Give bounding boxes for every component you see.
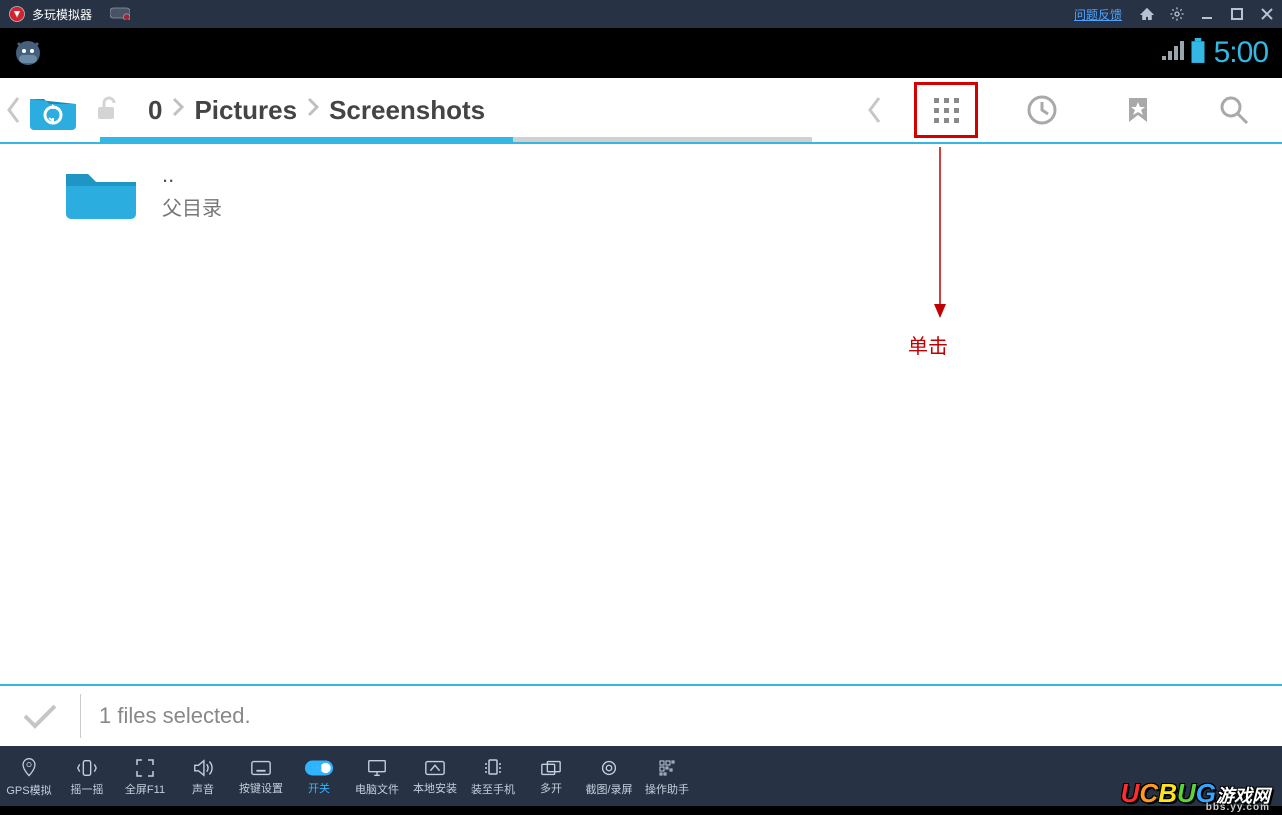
- maximize-button[interactable]: [1222, 0, 1252, 28]
- unlock-icon[interactable]: [94, 95, 122, 126]
- settings-button[interactable]: [1162, 0, 1192, 28]
- emulator-titlebar: 多玩模拟器 问题反馈: [0, 0, 1282, 28]
- label: 开关: [308, 780, 330, 796]
- shake-button[interactable]: 摇一摇: [58, 748, 116, 806]
- status-clock: 5:00: [1214, 36, 1268, 70]
- label: 多开: [540, 780, 562, 796]
- label: 截图/录屏: [585, 781, 632, 797]
- file-list: .. 父目录 单击: [0, 144, 1282, 684]
- file-subtitle: 父目录: [162, 192, 222, 221]
- breadcrumb-pictures[interactable]: Pictures: [194, 95, 297, 126]
- selection-bar: 1 files selected.: [0, 686, 1282, 746]
- toggle-button[interactable]: ON 开关: [290, 748, 348, 806]
- breadcrumb-screenshots[interactable]: Screenshots: [329, 95, 485, 126]
- app-logo-icon: [8, 5, 26, 23]
- label: 声音: [192, 781, 214, 797]
- gps-button[interactable]: GPS模拟: [0, 748, 58, 806]
- home-folder-button[interactable]: [26, 88, 80, 132]
- selection-text: 1 files selected.: [99, 703, 251, 729]
- label: 全屏F11: [125, 781, 165, 797]
- install-to-phone-button[interactable]: 装至手机: [464, 748, 522, 806]
- feedback-link[interactable]: 问题反馈: [1074, 6, 1122, 23]
- annotation-label: 单击: [908, 330, 948, 359]
- multi-instance-button[interactable]: 多开: [522, 748, 580, 806]
- close-button[interactable]: [1252, 0, 1282, 28]
- label: 电脑文件: [355, 781, 399, 797]
- bookmark-button[interactable]: [1090, 78, 1186, 142]
- label: 摇一摇: [71, 781, 104, 797]
- app-title: 多玩模拟器: [32, 6, 92, 23]
- search-button[interactable]: [1186, 78, 1282, 142]
- home-button[interactable]: [1132, 0, 1162, 28]
- chevron-right-icon: [307, 97, 319, 123]
- game-controller-icon[interactable]: [110, 6, 130, 23]
- folder-icon: [62, 164, 140, 220]
- svg-text:ON: ON: [312, 765, 322, 772]
- capture-button[interactable]: 截图/录屏: [580, 748, 638, 806]
- signal-icon: [1160, 40, 1186, 67]
- back-button[interactable]: [6, 96, 20, 124]
- label: 本地安装: [413, 780, 457, 796]
- pc-files-button[interactable]: 电脑文件: [348, 748, 406, 806]
- helper-button[interactable]: 操作助手: [638, 748, 696, 806]
- file-name: ..: [162, 162, 222, 188]
- emulator-bottom-toolbar: GPS模拟 摇一摇 全屏F11 声音 按键设置 ON 开关 电脑文件 本地安装 …: [0, 746, 1282, 806]
- keymap-button[interactable]: 按键设置: [232, 748, 290, 806]
- view-grid-button[interactable]: [914, 82, 978, 138]
- battery-icon: [1190, 38, 1206, 69]
- file-manager-header: 0 Pictures Screenshots: [0, 78, 1282, 142]
- nav-back-button[interactable]: [850, 95, 898, 125]
- local-install-button[interactable]: 本地安装: [406, 748, 464, 806]
- parent-dir-item[interactable]: .. 父目录: [0, 144, 1282, 231]
- sound-button[interactable]: 声音: [174, 748, 232, 806]
- breadcrumb-root[interactable]: 0: [148, 95, 162, 126]
- label: 按键设置: [239, 780, 283, 796]
- separator: [80, 694, 81, 738]
- chevron-right-icon: [172, 97, 184, 123]
- notification-icon: [10, 33, 46, 74]
- android-status-bar: 5:00: [0, 28, 1282, 78]
- fullscreen-button[interactable]: 全屏F11: [116, 748, 174, 806]
- label: 操作助手: [645, 781, 689, 797]
- label: 装至手机: [471, 781, 515, 797]
- confirm-selection-button[interactable]: [0, 701, 80, 731]
- minimize-button[interactable]: [1192, 0, 1222, 28]
- history-button[interactable]: [994, 78, 1090, 142]
- label: GPS模拟: [6, 782, 51, 798]
- load-progress: [100, 137, 812, 142]
